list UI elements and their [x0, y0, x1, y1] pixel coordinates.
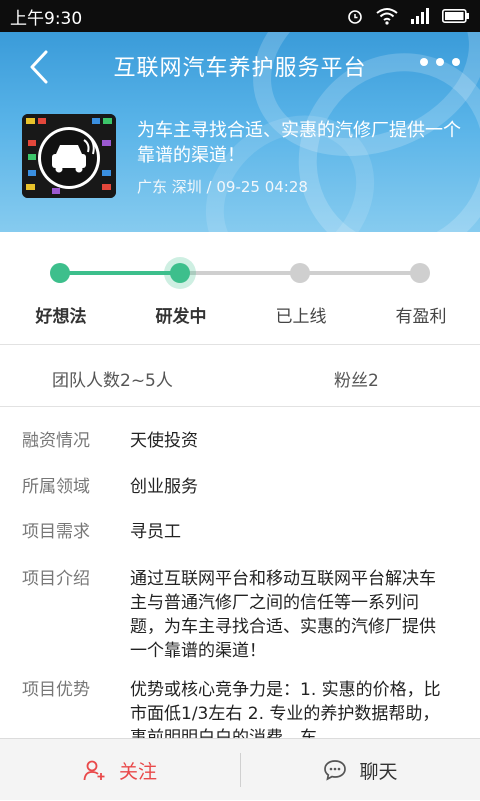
domain-value: 创业服务 [130, 477, 198, 497]
advantage-row: 项目优势 优势或核心竞争力是：1. 实惠的价格，比市面低1/3左右 2. 专业的… [22, 678, 462, 738]
stage-dot-developing [170, 263, 190, 283]
stage-label-idea: 好想法 [35, 307, 87, 327]
follow-button[interactable]: 关注 [0, 739, 240, 801]
add-user-icon [83, 760, 105, 781]
progress-line-done [60, 271, 180, 275]
project-header: 互联网汽车养护服务平台 为车主寻找合适、实惠的汽修厂提供一个靠谱的渠道！ 广东 … [0, 32, 480, 232]
stage-dot-profitable [410, 263, 430, 283]
chat-button[interactable]: 聊天 [241, 739, 480, 801]
stage-dot-idea [50, 263, 70, 283]
chat-bubble-icon [324, 760, 347, 781]
needs-label: 项目需求 [22, 522, 90, 542]
team-size: 团队人数2~5人 [52, 371, 173, 391]
advantage-label: 项目优势 [22, 680, 90, 700]
status-icons [346, 7, 470, 25]
stage-label-profitable: 有盈利 [395, 307, 447, 327]
status-bar: 上午9:30 [0, 0, 480, 32]
needs-value: 寻员工 [130, 522, 181, 542]
more-menu-icon[interactable] [420, 58, 460, 66]
financing-label: 融资情况 [22, 431, 90, 451]
battery-icon [442, 9, 469, 23]
page-title: 互联网汽车养护服务平台 [113, 56, 367, 81]
alarm-icon [348, 10, 362, 24]
chat-label: 聊天 [359, 760, 398, 783]
bottom-action-bar: 关注 聊天 [0, 738, 480, 800]
intro-label: 项目介绍 [22, 569, 90, 589]
stage-label-launched: 已上线 [275, 307, 327, 327]
domain-label: 所属领域 [22, 477, 90, 497]
project-logo [22, 114, 116, 198]
status-time: 上午9:30 [10, 8, 83, 29]
divider [0, 344, 480, 345]
intro-value: 通过互联网平台和移动互联网平台解决车主与普通汽修厂之间的信任等一系列问题，为车主… [130, 569, 436, 661]
stage-dot-launched [290, 263, 310, 283]
signal-icon [411, 8, 429, 24]
fans-count: 粉丝2 [334, 371, 379, 391]
follow-label: 关注 [118, 760, 157, 783]
stage-progress [0, 232, 480, 344]
divider [0, 406, 480, 407]
wifi-icon [376, 8, 398, 25]
advantage-value: 优势或核心竞争力是：1. 实惠的价格，比市面低1/3左右 2. 专业的养护数据帮… [130, 680, 441, 738]
location-date: 广东 深圳 / 09-25 04:28 [137, 178, 308, 196]
project-tagline: 为车主寻找合适、实惠的汽修厂提供一个靠谱的渠道！ [137, 120, 461, 166]
stage-label-developing: 研发中 [155, 307, 207, 327]
financing-value: 天使投资 [130, 431, 198, 451]
